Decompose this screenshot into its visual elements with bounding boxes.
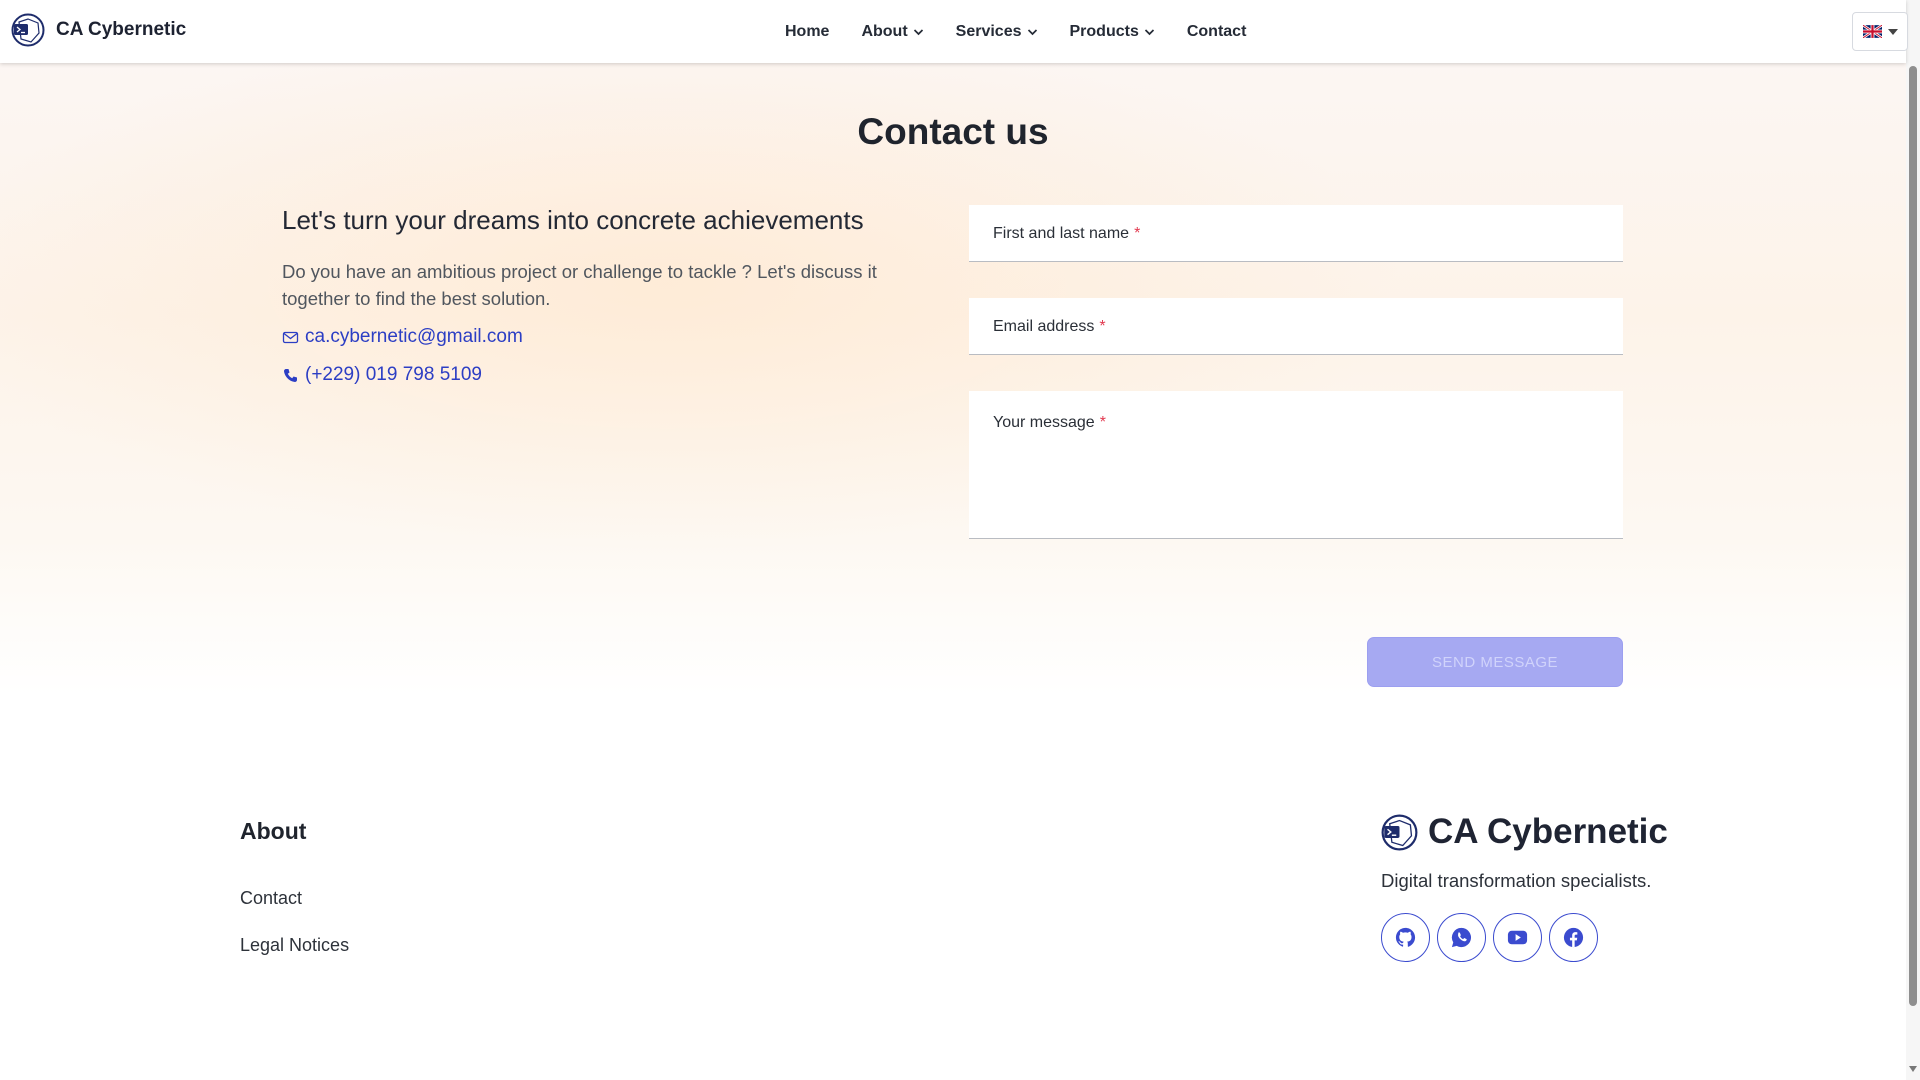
youtube-link[interactable] <box>1493 913 1542 962</box>
chevron-down-icon <box>913 28 923 35</box>
nav-products-label: Products <box>1069 22 1139 40</box>
mail-icon <box>282 331 299 343</box>
nav-about[interactable]: About <box>861 23 923 41</box>
email-field-label: Email address <box>993 318 1095 335</box>
nav-contact-label: Contact <box>1186 22 1247 40</box>
brand-home-link[interactable]: CA Cybernetic <box>11 13 186 47</box>
phone-text: (+229) 019 798 5109 <box>305 364 482 385</box>
message-field[interactable]: Your message * <box>969 391 1623 539</box>
caret-down-icon <box>1887 28 1898 35</box>
phone-icon <box>284 368 297 382</box>
footer-brand-row: CA Cybernetic <box>1381 812 1668 852</box>
name-field[interactable]: First and last name * <box>969 205 1623 262</box>
message-field-label: Your message <box>993 414 1095 431</box>
footer-about-heading: About <box>240 818 307 844</box>
footer-link-legal-notices[interactable]: Legal Notices <box>240 935 349 956</box>
site-header: CA Cybernetic Home About Services Produc… <box>0 0 1908 63</box>
scroll-down-arrow-icon[interactable] <box>1909 1066 1917 1072</box>
whatsapp-icon <box>1451 927 1472 948</box>
footer-about-column: About Contact Legal Notices <box>240 818 349 956</box>
required-marker: * <box>1099 414 1106 431</box>
footer-link-contact[interactable]: Contact <box>240 888 349 909</box>
contact-intro: Do you have an ambitious project or chal… <box>282 261 877 309</box>
social-links <box>1381 913 1668 962</box>
brand-logo-icon <box>11 13 45 47</box>
email-field[interactable]: Email address * <box>969 298 1623 355</box>
footer-brand-description: Digital transformation specialists. <box>1381 870 1652 891</box>
nav-services-label: Services <box>955 22 1022 40</box>
brand-logo-icon <box>1381 814 1418 850</box>
brand-name: CA Cybernetic <box>56 19 187 40</box>
email-link[interactable]: ca.cybernetic@gmail.com <box>282 326 922 348</box>
facebook-link[interactable] <box>1549 913 1598 962</box>
phone-link[interactable]: (+229) 019 798 5109 <box>282 364 922 386</box>
page-title: Contact us <box>857 111 1049 152</box>
page-scrollbar[interactable] <box>1906 0 1920 1080</box>
scrollbar-thumb[interactable] <box>1909 66 1917 1006</box>
github-icon <box>1395 927 1416 947</box>
required-marker: * <box>1134 225 1141 242</box>
nav-home-label: Home <box>785 22 830 40</box>
nav-products[interactable]: Products <box>1070 23 1155 41</box>
github-link[interactable] <box>1381 913 1430 962</box>
whatsapp-link[interactable] <box>1437 913 1486 962</box>
facebook-icon <box>1563 927 1584 948</box>
chevron-down-icon <box>1027 28 1037 35</box>
contact-info: Let's turn your dreams into concrete ach… <box>282 205 922 386</box>
nav-about-label: About <box>861 22 908 40</box>
contact-form: First and last name * Email address * Yo… <box>969 205 1623 687</box>
email-text: ca.cybernetic@gmail.com <box>305 326 523 347</box>
uk-flag-icon <box>1862 25 1882 38</box>
main-nav: Home About Services Products Contact <box>785 0 1278 63</box>
language-selector[interactable] <box>1852 12 1908 51</box>
chevron-down-icon <box>1144 28 1154 35</box>
contact-tagline: Let's turn your dreams into concrete ach… <box>282 205 864 235</box>
contact-section: Contact us Let's turn your dreams into c… <box>0 63 1906 695</box>
nav-services[interactable]: Services <box>956 23 1038 41</box>
youtube-icon <box>1507 930 1528 945</box>
name-field-label: First and last name <box>993 225 1130 242</box>
footer-brand: CA Cybernetic Digital transformation spe… <box>1381 812 1668 962</box>
send-message-button[interactable]: SEND MESSAGE <box>1367 637 1623 687</box>
footer-brand-name: CA Cybernetic <box>1428 812 1668 851</box>
nav-contact[interactable]: Contact <box>1187 23 1247 41</box>
required-marker: * <box>1099 318 1106 335</box>
nav-home[interactable]: Home <box>785 23 829 41</box>
